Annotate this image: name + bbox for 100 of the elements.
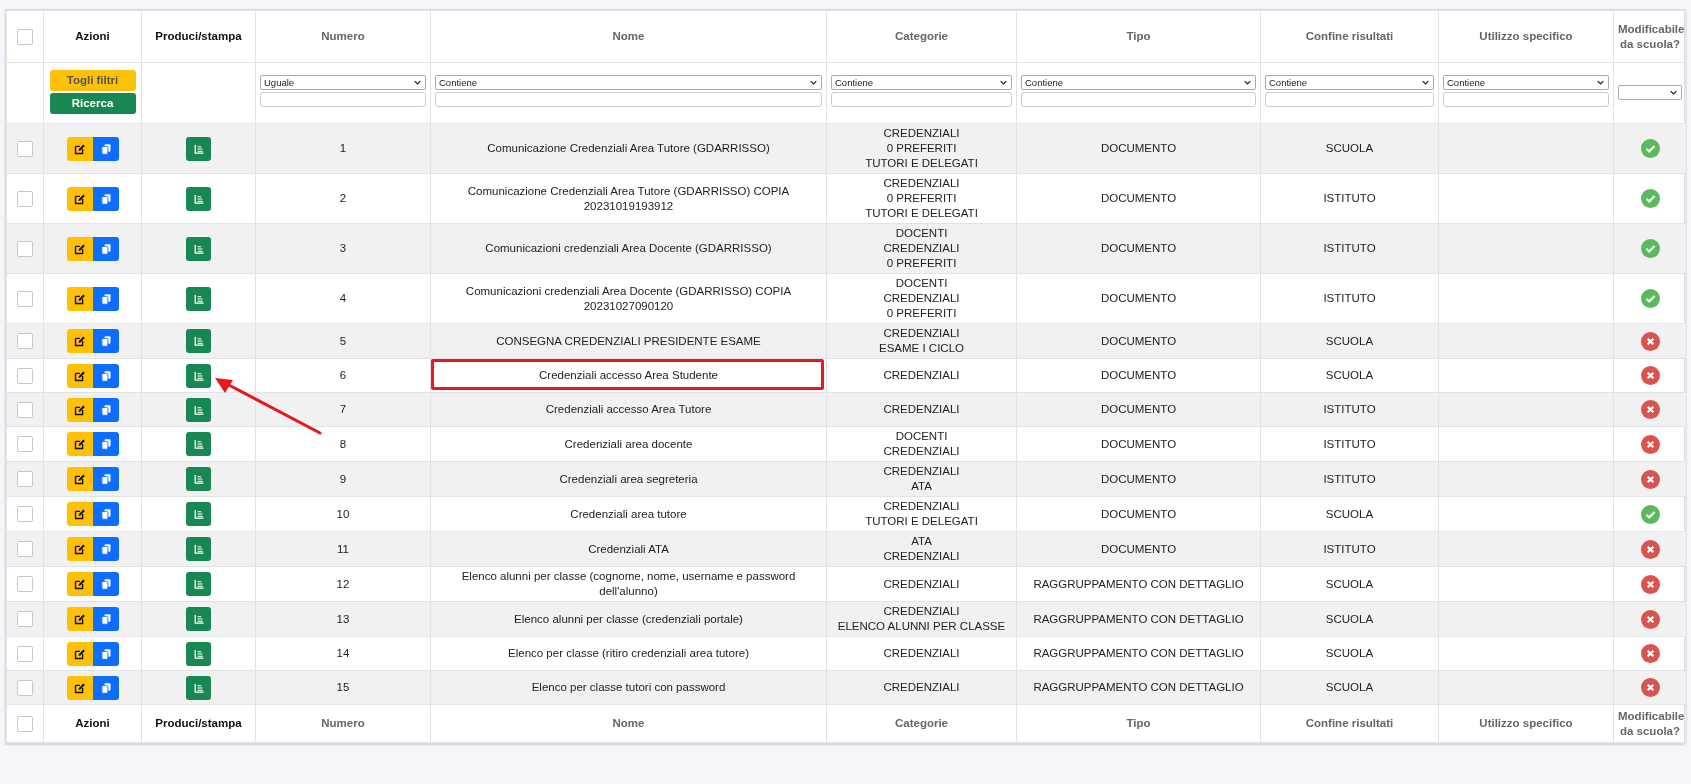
edit-button[interactable] <box>66 286 93 311</box>
filter-input[interactable] <box>831 92 1012 107</box>
produce-button[interactable] <box>186 675 211 700</box>
category-text: TUTORI E DELEGATI <box>864 514 979 529</box>
edit-button[interactable] <box>66 397 93 422</box>
chevron-down-icon <box>1421 78 1430 87</box>
operator-select[interactable]: Contiene <box>435 75 822 90</box>
copy-button[interactable] <box>92 572 119 596</box>
edit-button[interactable] <box>66 502 93 526</box>
checkbox[interactable] <box>17 140 33 157</box>
choice-select[interactable] <box>1618 84 1682 100</box>
category-text: CREDENZIALI <box>882 291 961 306</box>
filter-input[interactable] <box>435 92 822 107</box>
edit-button[interactable] <box>66 329 93 353</box>
copy-button[interactable] <box>92 186 119 211</box>
pencil-icon <box>73 242 86 255</box>
checkbox[interactable] <box>17 715 33 732</box>
name-text: Comunicazione Credenziali Area Tutore (GDARRISSO) <box>487 142 770 154</box>
clear-filters-button[interactable]: Togli filtri <box>49 70 136 91</box>
checkbox[interactable] <box>17 645 33 662</box>
checkbox[interactable] <box>17 436 33 452</box>
copy-button[interactable] <box>92 675 119 700</box>
produce-button[interactable] <box>186 363 211 388</box>
checkbox[interactable] <box>17 541 33 557</box>
edit-button[interactable] <box>66 186 93 211</box>
edit-button[interactable] <box>66 537 93 561</box>
checkbox[interactable] <box>17 240 33 257</box>
copy-button[interactable] <box>92 537 119 561</box>
edit-button[interactable] <box>66 467 93 491</box>
category-text: ESAME I CICLO <box>878 341 965 356</box>
produce-button[interactable] <box>186 397 211 422</box>
search-button[interactable]: Ricerca <box>49 93 136 114</box>
row-number: 12 <box>336 577 350 590</box>
copy-icon <box>99 543 112 555</box>
edit-button[interactable] <box>66 432 93 456</box>
filter-input[interactable] <box>1021 92 1256 107</box>
operator-select[interactable]: Contiene <box>1021 75 1256 90</box>
checkbox[interactable] <box>17 290 33 307</box>
produce-button[interactable] <box>186 537 211 561</box>
report-icon <box>192 192 205 205</box>
checkbox[interactable] <box>17 190 33 207</box>
name-text: Elenco alunni per classe (cognome, nome, username e password dell'alunno) <box>461 570 796 597</box>
copy-button[interactable] <box>92 467 119 491</box>
category-text: CREDENZIALI <box>882 241 961 256</box>
produce-button[interactable] <box>186 467 211 491</box>
produce-button[interactable] <box>186 641 211 666</box>
checkbox[interactable] <box>17 576 33 592</box>
checkbox[interactable] <box>17 28 33 45</box>
edit-button[interactable] <box>66 641 93 666</box>
checkbox[interactable] <box>17 611 33 627</box>
type-text: RAGGRUPPAMENTO CON DETTAGLIO <box>1033 577 1244 590</box>
produce-button[interactable] <box>186 236 211 261</box>
copy-button[interactable] <box>92 641 119 666</box>
produce-button[interactable] <box>186 186 211 211</box>
operator-select[interactable]: Contiene <box>1443 75 1609 90</box>
checkbox[interactable] <box>17 506 33 522</box>
copy-button[interactable] <box>92 502 119 526</box>
edit-button[interactable] <box>66 236 93 261</box>
filter-input[interactable] <box>260 92 426 107</box>
checkbox[interactable] <box>17 401 33 418</box>
operator-select[interactable]: Uguale <box>260 75 426 90</box>
copy-button[interactable] <box>92 236 119 261</box>
filter-input[interactable] <box>1443 92 1609 107</box>
copy-button[interactable] <box>92 136 119 161</box>
produce-button[interactable] <box>186 502 211 526</box>
checkbox[interactable] <box>17 367 33 384</box>
checkbox[interactable] <box>17 679 33 696</box>
edit-button[interactable] <box>66 607 93 631</box>
produce-button[interactable] <box>186 136 211 161</box>
name-text: Comunicazione Credenziali Area Tutore (GDARRISSO) COPIA 20231019193912 <box>467 184 790 212</box>
report-icon <box>192 142 205 155</box>
copy-icon <box>99 473 112 485</box>
edit-button[interactable] <box>66 363 93 388</box>
copy-button[interactable] <box>92 329 119 353</box>
copy-icon <box>99 647 112 660</box>
operator-select[interactable]: Contiene <box>831 75 1012 90</box>
produce-button[interactable] <box>186 329 211 353</box>
produce-button[interactable] <box>186 607 211 631</box>
edit-button[interactable] <box>66 675 93 700</box>
copy-button[interactable] <box>92 397 119 422</box>
column-header: Azioni <box>74 716 111 731</box>
filter-input[interactable] <box>1265 92 1434 107</box>
checkbox[interactable] <box>17 471 33 487</box>
produce-button[interactable] <box>186 572 211 596</box>
edit-button[interactable] <box>66 136 93 161</box>
report-icon <box>192 473 205 485</box>
operator-select[interactable]: Contiene <box>1265 75 1434 90</box>
type-text: DOCUMENTO <box>1100 142 1177 154</box>
produce-button[interactable] <box>186 432 211 456</box>
produce-button[interactable] <box>186 286 211 311</box>
edit-button[interactable] <box>66 572 93 596</box>
category-text: CREDENZIALI <box>882 646 961 661</box>
checkbox[interactable] <box>17 333 33 349</box>
copy-button[interactable] <box>92 432 119 456</box>
report-icon <box>192 647 205 660</box>
copy-button[interactable] <box>92 607 119 631</box>
copy-button[interactable] <box>92 286 119 311</box>
copy-button[interactable] <box>92 363 119 388</box>
category-text: CREDENZIALI <box>882 499 961 514</box>
category-text: CREDENZIALI <box>882 176 961 191</box>
